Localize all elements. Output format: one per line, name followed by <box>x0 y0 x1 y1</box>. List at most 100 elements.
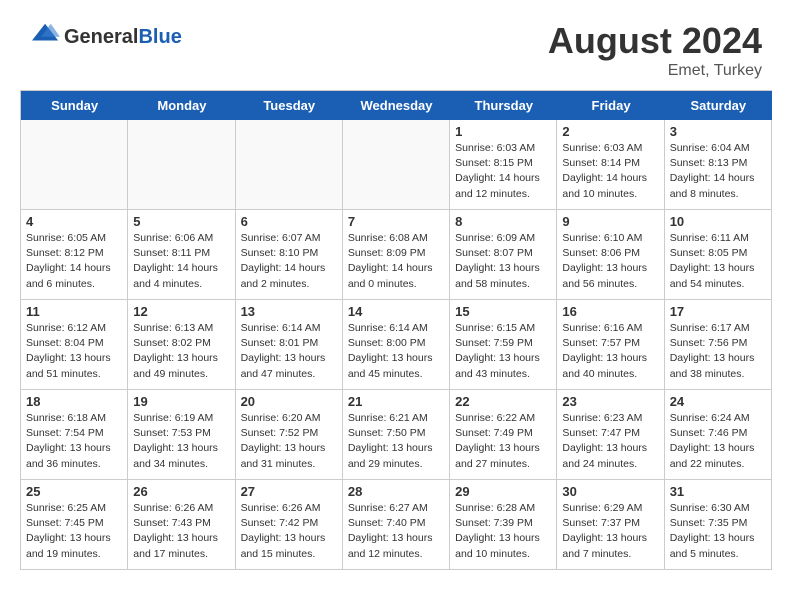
calendar-body: 1 Sunrise: 6:03 AM Sunset: 8:15 PM Daylig… <box>20 120 772 570</box>
day-number: 13 <box>241 304 337 319</box>
day-info: Sunrise: 6:14 AM Sunset: 8:01 PM Dayligh… <box>241 321 337 382</box>
day-info: Sunrise: 6:13 AM Sunset: 8:02 PM Dayligh… <box>133 321 229 382</box>
day-number: 2 <box>562 124 658 139</box>
day-cell-24: 24Sunrise: 6:24 AM Sunset: 7:46 PM Dayli… <box>665 390 772 480</box>
day-number: 27 <box>241 484 337 499</box>
day-number: 14 <box>348 304 444 319</box>
day-cell-27: 27 Sunrise: 6:26 AM Sunset: 7:42 PM Dayli… <box>236 480 343 570</box>
week-row-5: 25 Sunrise: 6:25 AM Sunset: 7:45 PM Dayli… <box>20 480 772 570</box>
day-cell-6: 6 Sunrise: 6:07 AM Sunset: 8:10 PM Daylig… <box>236 210 343 300</box>
day-number: 21 <box>348 394 444 409</box>
day-info: Sunrise: 6:21 AM Sunset: 7:50 PM Dayligh… <box>348 411 444 472</box>
day-info: Sunrise: 6:26 AM Sunset: 7:43 PM Dayligh… <box>133 501 229 562</box>
day-info: Sunrise: 6:03 AM Sunset: 8:14 PM Dayligh… <box>562 141 658 202</box>
day-number: 6 <box>241 214 337 229</box>
header-wednesday: Wednesday <box>343 91 450 120</box>
day-cell-31: 31Sunrise: 6:30 AM Sunset: 7:35 PM Dayli… <box>665 480 772 570</box>
day-cell-3: 3 Sunrise: 6:04 AM Sunset: 8:13 PM Daylig… <box>665 120 772 210</box>
day-cell-22: 22 Sunrise: 6:22 AM Sunset: 7:49 PM Dayli… <box>450 390 557 480</box>
empty-cell <box>343 120 450 210</box>
day-number: 4 <box>26 214 122 229</box>
day-info: Sunrise: 6:04 AM Sunset: 8:13 PM Dayligh… <box>670 141 766 202</box>
header-saturday: Saturday <box>665 91 772 120</box>
day-number: 22 <box>455 394 551 409</box>
day-cell-18: 18 Sunrise: 6:18 AM Sunset: 7:54 PM Dayli… <box>21 390 128 480</box>
calendar-container: Sunday Monday Tuesday Wednesday Thursday… <box>20 90 772 570</box>
day-info: Sunrise: 6:19 AM Sunset: 7:53 PM Dayligh… <box>133 411 229 472</box>
day-number: 28 <box>348 484 444 499</box>
day-number: 1 <box>455 124 551 139</box>
day-number: 15 <box>455 304 551 319</box>
day-info: Sunrise: 6:26 AM Sunset: 7:42 PM Dayligh… <box>241 501 337 562</box>
day-cell-17: 17 Sunrise: 6:17 AM Sunset: 7:56 PM Dayli… <box>665 300 772 390</box>
day-number: 3 <box>670 124 766 139</box>
week-row-4: 18 Sunrise: 6:18 AM Sunset: 7:54 PM Dayli… <box>20 390 772 480</box>
day-info: Sunrise: 6:17 AM Sunset: 7:56 PM Dayligh… <box>670 321 766 382</box>
day-number: 26 <box>133 484 229 499</box>
day-number: 24 <box>670 394 766 409</box>
day-info: Sunrise: 6:15 AM Sunset: 7:59 PM Dayligh… <box>455 321 551 382</box>
day-cell-21: 21 Sunrise: 6:21 AM Sunset: 7:50 PM Dayli… <box>343 390 450 480</box>
day-number: 9 <box>562 214 658 229</box>
day-number: 19 <box>133 394 229 409</box>
day-number: 16 <box>562 304 658 319</box>
title-area: August 2024 Emet, Turkey <box>548 20 762 80</box>
day-info: Sunrise: 6:22 AM Sunset: 7:49 PM Dayligh… <box>455 411 551 472</box>
day-cell-19: 19 Sunrise: 6:19 AM Sunset: 7:53 PM Dayli… <box>128 390 235 480</box>
day-info: Sunrise: 6:10 AM Sunset: 8:06 PM Dayligh… <box>562 231 658 292</box>
day-cell-20: 20Sunrise: 6:20 AM Sunset: 7:52 PM Dayli… <box>236 390 343 480</box>
day-number: 25 <box>26 484 122 499</box>
day-number: 29 <box>455 484 551 499</box>
day-cell-11: 11Sunrise: 6:12 AM Sunset: 8:04 PM Dayli… <box>21 300 128 390</box>
day-info: Sunrise: 6:08 AM Sunset: 8:09 PM Dayligh… <box>348 231 444 292</box>
day-cell-30: 30 Sunrise: 6:29 AM Sunset: 7:37 PM Dayli… <box>557 480 664 570</box>
logo: GeneralBlue <box>30 20 182 53</box>
header-friday: Friday <box>557 91 664 120</box>
month-year: August 2024 <box>548 20 762 62</box>
day-info: Sunrise: 6:30 AM Sunset: 7:35 PM Dayligh… <box>670 501 766 562</box>
day-cell-23: 23Sunrise: 6:23 AM Sunset: 7:47 PM Dayli… <box>557 390 664 480</box>
logo-blue: Blue <box>138 26 181 48</box>
day-number: 10 <box>670 214 766 229</box>
day-info: Sunrise: 6:29 AM Sunset: 7:37 PM Dayligh… <box>562 501 658 562</box>
day-cell-14: 14 Sunrise: 6:14 AM Sunset: 8:00 PM Dayli… <box>343 300 450 390</box>
day-number: 11 <box>26 304 122 319</box>
day-info: Sunrise: 6:05 AM Sunset: 8:12 PM Dayligh… <box>26 231 122 292</box>
empty-cell <box>21 120 128 210</box>
calendar-grid: Sunday Monday Tuesday Wednesday Thursday… <box>20 90 772 120</box>
day-cell-2: 2 Sunrise: 6:03 AM Sunset: 8:14 PM Daylig… <box>557 120 664 210</box>
day-cell-28: 28 Sunrise: 6:27 AM Sunset: 7:40 PM Dayli… <box>343 480 450 570</box>
logo-general: General <box>64 26 138 48</box>
day-number: 12 <box>133 304 229 319</box>
day-cell-16: 16 Sunrise: 6:16 AM Sunset: 7:57 PM Dayli… <box>557 300 664 390</box>
day-info: Sunrise: 6:06 AM Sunset: 8:11 PM Dayligh… <box>133 231 229 292</box>
day-number: 30 <box>562 484 658 499</box>
day-cell-15: 15 Sunrise: 6:15 AM Sunset: 7:59 PM Dayli… <box>450 300 557 390</box>
day-info: Sunrise: 6:11 AM Sunset: 8:05 PM Dayligh… <box>670 231 766 292</box>
day-info: Sunrise: 6:07 AM Sunset: 8:10 PM Dayligh… <box>241 231 337 292</box>
day-cell-9: 9 Sunrise: 6:10 AM Sunset: 8:06 PM Daylig… <box>557 210 664 300</box>
page-container: GeneralBlue August 2024 Emet, Turkey Sun… <box>0 0 792 570</box>
day-number: 18 <box>26 394 122 409</box>
day-info: Sunrise: 6:25 AM Sunset: 7:45 PM Dayligh… <box>26 501 122 562</box>
day-info: Sunrise: 6:18 AM Sunset: 7:54 PM Dayligh… <box>26 411 122 472</box>
day-info: Sunrise: 6:14 AM Sunset: 8:00 PM Dayligh… <box>348 321 444 382</box>
week-row-3: 11Sunrise: 6:12 AM Sunset: 8:04 PM Dayli… <box>20 300 772 390</box>
day-cell-12: 12 Sunrise: 6:13 AM Sunset: 8:02 PM Dayli… <box>128 300 235 390</box>
location: Emet, Turkey <box>548 62 762 80</box>
day-cell-13: 13 Sunrise: 6:14 AM Sunset: 8:01 PM Dayli… <box>236 300 343 390</box>
day-cell-7: 7 Sunrise: 6:08 AM Sunset: 8:09 PM Daylig… <box>343 210 450 300</box>
day-info: Sunrise: 6:03 AM Sunset: 8:15 PM Dayligh… <box>455 141 551 202</box>
empty-cell <box>236 120 343 210</box>
header-tuesday: Tuesday <box>236 91 343 120</box>
day-cell-1: 1 Sunrise: 6:03 AM Sunset: 8:15 PM Daylig… <box>450 120 557 210</box>
day-info: Sunrise: 6:16 AM Sunset: 7:57 PM Dayligh… <box>562 321 658 382</box>
day-number: 17 <box>670 304 766 319</box>
day-info: Sunrise: 6:27 AM Sunset: 7:40 PM Dayligh… <box>348 501 444 562</box>
logo-text: GeneralBlue <box>64 26 182 48</box>
day-number: 7 <box>348 214 444 229</box>
day-info: Sunrise: 6:20 AM Sunset: 7:52 PM Dayligh… <box>241 411 337 472</box>
day-cell-26: 26 Sunrise: 6:26 AM Sunset: 7:43 PM Dayli… <box>128 480 235 570</box>
header-monday: Monday <box>128 91 235 120</box>
week-row-1: 1 Sunrise: 6:03 AM Sunset: 8:15 PM Daylig… <box>20 120 772 210</box>
